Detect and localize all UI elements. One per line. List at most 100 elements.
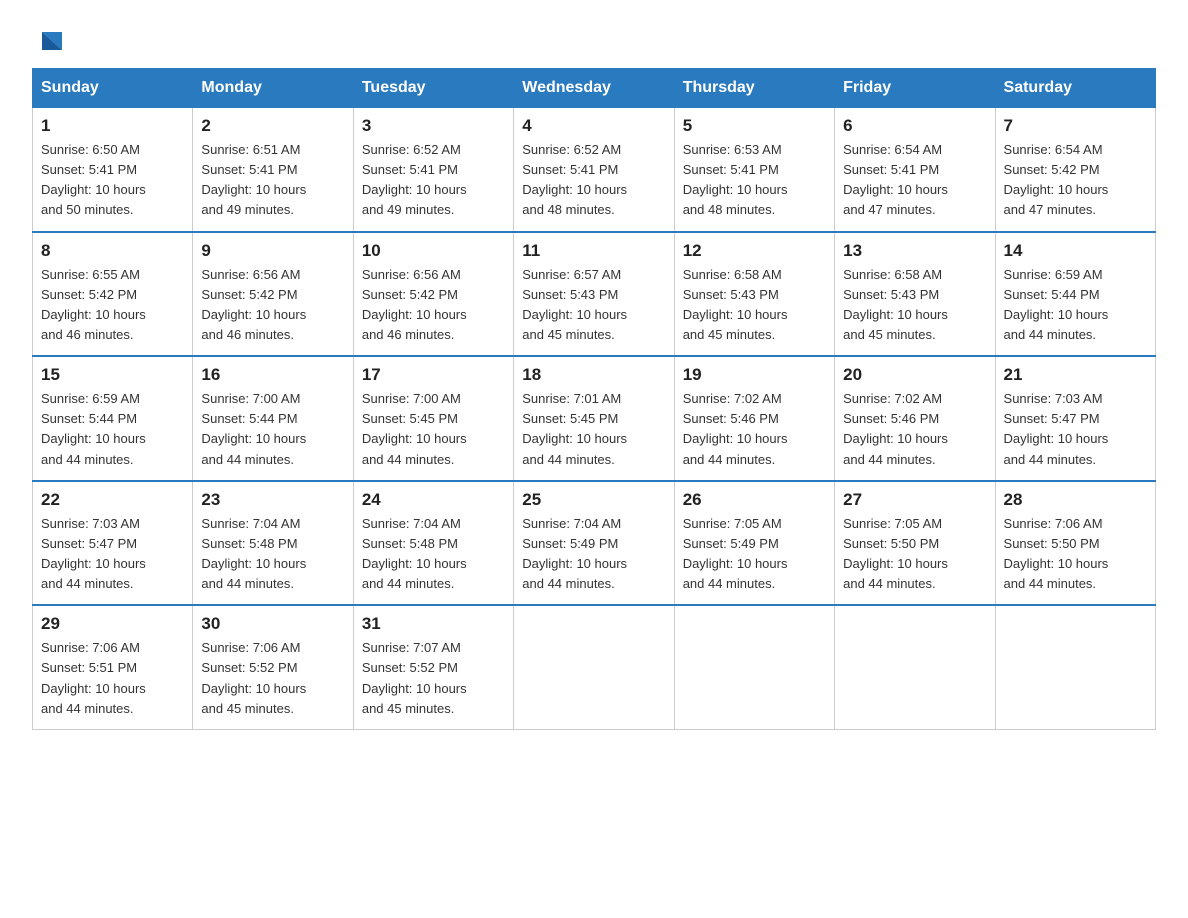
calendar-cell: 23 Sunrise: 7:04 AMSunset: 5:48 PMDayligh…	[193, 481, 353, 606]
calendar-week-row: 15 Sunrise: 6:59 AMSunset: 5:44 PMDayligh…	[33, 356, 1156, 481]
logo-icon	[34, 24, 66, 56]
calendar-week-row: 22 Sunrise: 7:03 AMSunset: 5:47 PMDayligh…	[33, 481, 1156, 606]
day-info: Sunrise: 6:59 AMSunset: 5:44 PMDaylight:…	[1004, 265, 1147, 346]
calendar-cell: 19 Sunrise: 7:02 AMSunset: 5:46 PMDayligh…	[674, 356, 834, 481]
day-info: Sunrise: 7:04 AMSunset: 5:48 PMDaylight:…	[362, 514, 505, 595]
calendar-cell: 29Sunrise: 7:06 AMSunset: 5:51 PMDayligh…	[33, 605, 193, 729]
day-number: 27	[843, 490, 986, 510]
calendar-cell: 21 Sunrise: 7:03 AMSunset: 5:47 PMDayligh…	[995, 356, 1155, 481]
day-number: 25	[522, 490, 665, 510]
day-number: 12	[683, 241, 826, 261]
day-number: 18	[522, 365, 665, 385]
day-number: 29	[41, 614, 184, 634]
day-number: 13	[843, 241, 986, 261]
calendar-cell	[995, 605, 1155, 729]
header-wednesday: Wednesday	[514, 69, 674, 108]
day-info: Sunrise: 6:52 AMSunset: 5:41 PMDaylight:…	[522, 140, 665, 221]
day-number: 2	[201, 116, 344, 136]
day-info: Sunrise: 7:06 AMSunset: 5:50 PMDaylight:…	[1004, 514, 1147, 595]
calendar-cell: 5 Sunrise: 6:53 AMSunset: 5:41 PMDaylight…	[674, 108, 834, 232]
day-info: Sunrise: 7:03 AMSunset: 5:47 PMDaylight:…	[1004, 389, 1147, 470]
day-info: Sunrise: 7:05 AMSunset: 5:49 PMDaylight:…	[683, 514, 826, 595]
page-header	[32, 24, 1156, 52]
day-info: Sunrise: 6:58 AMSunset: 5:43 PMDaylight:…	[843, 265, 986, 346]
calendar-cell: 1Sunrise: 6:50 AMSunset: 5:41 PMDaylight…	[33, 108, 193, 232]
day-info: Sunrise: 6:51 AMSunset: 5:41 PMDaylight:…	[201, 140, 344, 221]
day-info: Sunrise: 7:04 AMSunset: 5:49 PMDaylight:…	[522, 514, 665, 595]
day-info: Sunrise: 6:54 AMSunset: 5:41 PMDaylight:…	[843, 140, 986, 221]
day-info: Sunrise: 6:54 AMSunset: 5:42 PMDaylight:…	[1004, 140, 1147, 221]
day-number: 17	[362, 365, 505, 385]
day-number: 1	[41, 116, 184, 136]
calendar-cell: 20Sunrise: 7:02 AMSunset: 5:46 PMDayligh…	[835, 356, 995, 481]
calendar-cell: 4 Sunrise: 6:52 AMSunset: 5:41 PMDaylight…	[514, 108, 674, 232]
calendar-week-row: 29Sunrise: 7:06 AMSunset: 5:51 PMDayligh…	[33, 605, 1156, 729]
day-number: 31	[362, 614, 505, 634]
calendar-cell: 25 Sunrise: 7:04 AMSunset: 5:49 PMDayligh…	[514, 481, 674, 606]
logo	[32, 24, 66, 52]
calendar-cell	[835, 605, 995, 729]
calendar-cell: 24 Sunrise: 7:04 AMSunset: 5:48 PMDayligh…	[353, 481, 513, 606]
calendar-cell: 3 Sunrise: 6:52 AMSunset: 5:41 PMDaylight…	[353, 108, 513, 232]
day-info: Sunrise: 7:04 AMSunset: 5:48 PMDaylight:…	[201, 514, 344, 595]
day-number: 15	[41, 365, 184, 385]
calendar-cell: 10Sunrise: 6:56 AMSunset: 5:42 PMDayligh…	[353, 232, 513, 357]
calendar-cell: 18Sunrise: 7:01 AMSunset: 5:45 PMDayligh…	[514, 356, 674, 481]
day-number: 14	[1004, 241, 1147, 261]
day-number: 6	[843, 116, 986, 136]
calendar-cell	[514, 605, 674, 729]
calendar-week-row: 8 Sunrise: 6:55 AMSunset: 5:42 PMDaylight…	[33, 232, 1156, 357]
day-number: 7	[1004, 116, 1147, 136]
day-number: 3	[362, 116, 505, 136]
header-thursday: Thursday	[674, 69, 834, 108]
day-info: Sunrise: 7:07 AMSunset: 5:52 PMDaylight:…	[362, 638, 505, 719]
header-tuesday: Tuesday	[353, 69, 513, 108]
header-saturday: Saturday	[995, 69, 1155, 108]
day-number: 22	[41, 490, 184, 510]
calendar-cell: 15 Sunrise: 6:59 AMSunset: 5:44 PMDayligh…	[33, 356, 193, 481]
day-number: 23	[201, 490, 344, 510]
day-number: 26	[683, 490, 826, 510]
calendar-header-row: SundayMondayTuesdayWednesdayThursdayFrid…	[33, 69, 1156, 108]
day-info: Sunrise: 7:06 AMSunset: 5:52 PMDaylight:…	[201, 638, 344, 719]
day-info: Sunrise: 7:05 AMSunset: 5:50 PMDaylight:…	[843, 514, 986, 595]
calendar-cell: 12Sunrise: 6:58 AMSunset: 5:43 PMDayligh…	[674, 232, 834, 357]
day-info: Sunrise: 7:02 AMSunset: 5:46 PMDaylight:…	[843, 389, 986, 470]
day-number: 21	[1004, 365, 1147, 385]
day-number: 28	[1004, 490, 1147, 510]
calendar-week-row: 1Sunrise: 6:50 AMSunset: 5:41 PMDaylight…	[33, 108, 1156, 232]
calendar-cell: 27 Sunrise: 7:05 AMSunset: 5:50 PMDayligh…	[835, 481, 995, 606]
day-info: Sunrise: 6:57 AMSunset: 5:43 PMDaylight:…	[522, 265, 665, 346]
calendar-cell	[674, 605, 834, 729]
day-number: 8	[41, 241, 184, 261]
calendar-cell: 28 Sunrise: 7:06 AMSunset: 5:50 PMDayligh…	[995, 481, 1155, 606]
day-number: 30	[201, 614, 344, 634]
day-info: Sunrise: 6:59 AMSunset: 5:44 PMDaylight:…	[41, 389, 184, 470]
day-number: 11	[522, 241, 665, 261]
calendar-cell: 30 Sunrise: 7:06 AMSunset: 5:52 PMDayligh…	[193, 605, 353, 729]
calendar-cell: 6 Sunrise: 6:54 AMSunset: 5:41 PMDaylight…	[835, 108, 995, 232]
calendar-cell: 22 Sunrise: 7:03 AMSunset: 5:47 PMDayligh…	[33, 481, 193, 606]
calendar-cell: 13 Sunrise: 6:58 AMSunset: 5:43 PMDayligh…	[835, 232, 995, 357]
day-info: Sunrise: 7:03 AMSunset: 5:47 PMDaylight:…	[41, 514, 184, 595]
day-info: Sunrise: 6:56 AMSunset: 5:42 PMDaylight:…	[362, 265, 505, 346]
day-info: Sunrise: 6:56 AMSunset: 5:42 PMDaylight:…	[201, 265, 344, 346]
day-info: Sunrise: 7:02 AMSunset: 5:46 PMDaylight:…	[683, 389, 826, 470]
day-info: Sunrise: 6:55 AMSunset: 5:42 PMDaylight:…	[41, 265, 184, 346]
header-monday: Monday	[193, 69, 353, 108]
day-info: Sunrise: 7:00 AMSunset: 5:44 PMDaylight:…	[201, 389, 344, 470]
day-info: Sunrise: 6:52 AMSunset: 5:41 PMDaylight:…	[362, 140, 505, 221]
day-number: 24	[362, 490, 505, 510]
calendar-cell: 11 Sunrise: 6:57 AMSunset: 5:43 PMDayligh…	[514, 232, 674, 357]
calendar-cell: 26 Sunrise: 7:05 AMSunset: 5:49 PMDayligh…	[674, 481, 834, 606]
header-friday: Friday	[835, 69, 995, 108]
day-number: 19	[683, 365, 826, 385]
day-info: Sunrise: 6:53 AMSunset: 5:41 PMDaylight:…	[683, 140, 826, 221]
day-number: 16	[201, 365, 344, 385]
day-number: 4	[522, 116, 665, 136]
calendar-cell: 9Sunrise: 6:56 AMSunset: 5:42 PMDaylight…	[193, 232, 353, 357]
day-number: 5	[683, 116, 826, 136]
calendar-cell: 31 Sunrise: 7:07 AMSunset: 5:52 PMDayligh…	[353, 605, 513, 729]
calendar-table: SundayMondayTuesdayWednesdayThursdayFrid…	[32, 68, 1156, 730]
calendar-cell: 2 Sunrise: 6:51 AMSunset: 5:41 PMDaylight…	[193, 108, 353, 232]
